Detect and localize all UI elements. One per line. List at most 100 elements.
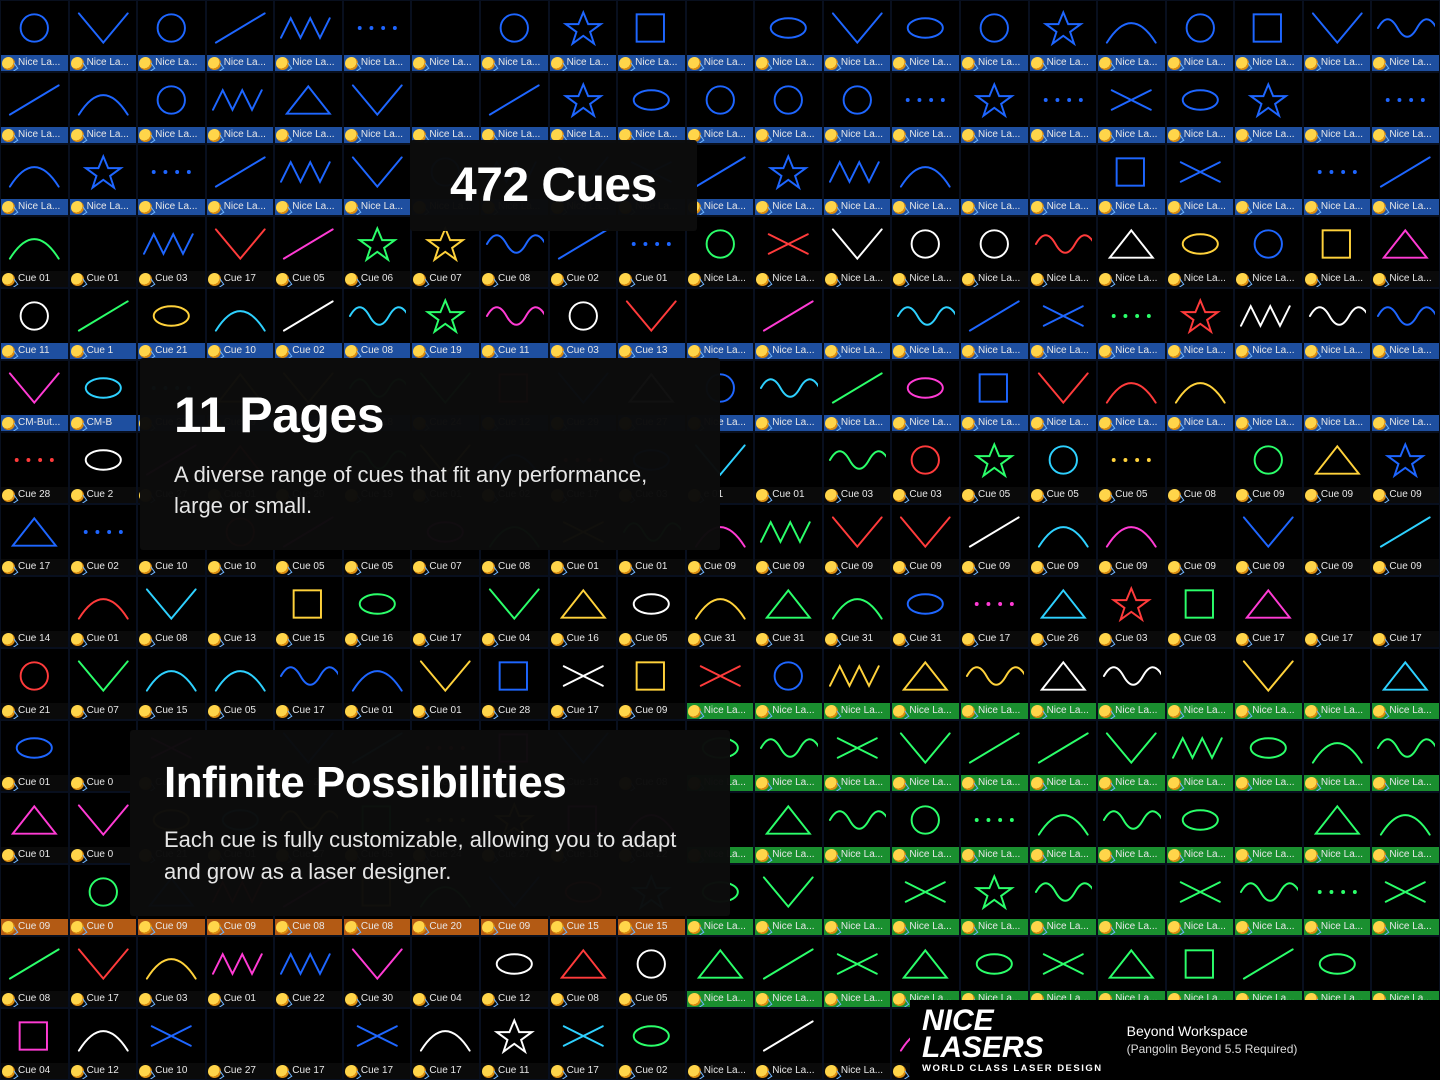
cue-cell[interactable]: Cue 28 (480, 648, 549, 720)
cue-cell[interactable]: Nice La... (754, 216, 823, 288)
cue-cell[interactable]: Nice La... (960, 792, 1029, 864)
cue-cell[interactable]: Nice La... (1303, 792, 1372, 864)
cue-cell[interactable]: Cue 09 (754, 504, 823, 576)
cue-cell[interactable]: Nice La... (1166, 288, 1235, 360)
cue-cell[interactable]: Nice La... (137, 72, 206, 144)
cue-cell[interactable]: Nice La... (960, 648, 1029, 720)
cue-cell[interactable]: Nice La... (1371, 144, 1440, 216)
cue-cell[interactable]: Nice La... (480, 0, 549, 72)
cue-cell[interactable]: Nice La... (1371, 864, 1440, 936)
cue-cell[interactable]: Cue 01 (69, 576, 138, 648)
cue-cell[interactable]: Cue 31 (754, 576, 823, 648)
cue-cell[interactable]: Nice La... (1371, 720, 1440, 792)
cue-cell[interactable]: Nice La... (1097, 72, 1166, 144)
cue-cell[interactable]: Cue 05 (1029, 432, 1098, 504)
cue-cell[interactable]: Nice La... (754, 864, 823, 936)
cue-cell[interactable]: Nice La... (1166, 0, 1235, 72)
cue-cell[interactable]: Cue 09 (1166, 504, 1235, 576)
cue-cell[interactable]: Nice La... (206, 72, 275, 144)
cue-cell[interactable]: Nice La... (1166, 216, 1235, 288)
cue-cell[interactable]: Nice La... (549, 0, 618, 72)
cue-cell[interactable]: Nice La... (823, 72, 892, 144)
cue-cell[interactable]: Nice La... (1371, 648, 1440, 720)
cue-cell[interactable]: Nice La... (1029, 288, 1098, 360)
cue-cell[interactable]: Nice La... (206, 0, 275, 72)
cue-cell[interactable]: Nice La... (891, 288, 960, 360)
cue-cell[interactable]: Nice La... (1371, 0, 1440, 72)
cue-cell[interactable]: Cue 31 (686, 576, 755, 648)
cue-cell[interactable]: Nice La... (343, 72, 412, 144)
cue-cell[interactable]: Cue 11 (0, 288, 69, 360)
cue-cell[interactable]: Nice La... (891, 0, 960, 72)
cue-cell[interactable]: Nice La... (411, 0, 480, 72)
cue-cell[interactable]: Nice La... (686, 0, 755, 72)
cue-cell[interactable]: Nice La... (0, 144, 69, 216)
cue-cell[interactable]: Nice La... (1097, 144, 1166, 216)
cue-cell[interactable]: Cue 01 (343, 648, 412, 720)
cue-cell[interactable]: Nice La... (754, 792, 823, 864)
cue-cell[interactable]: Cue 09 (1371, 504, 1440, 576)
cue-cell[interactable]: Cue 01 (0, 720, 69, 792)
cue-cell[interactable]: Nice La... (1029, 648, 1098, 720)
cue-cell[interactable]: CM-But... (0, 360, 69, 432)
cue-cell[interactable]: Nice La... (206, 144, 275, 216)
cue-cell[interactable]: Nice La... (891, 72, 960, 144)
cue-cell[interactable]: Cue 12 (480, 936, 549, 1008)
cue-cell[interactable]: Cue 03 (137, 216, 206, 288)
cue-cell[interactable]: Nice La... (274, 72, 343, 144)
cue-cell[interactable]: Nice La... (754, 288, 823, 360)
cue-cell[interactable]: Cue 21 (0, 648, 69, 720)
cue-cell[interactable]: Nice La... (617, 0, 686, 72)
cue-cell[interactable]: Nice La... (69, 72, 138, 144)
cue-cell[interactable]: Nice La... (891, 144, 960, 216)
cue-cell[interactable]: Cue 08 (137, 576, 206, 648)
cue-cell[interactable]: Cue 26 (1029, 576, 1098, 648)
cue-cell[interactable]: Nice La... (343, 144, 412, 216)
cue-cell[interactable]: Cue 17 (411, 1008, 480, 1080)
cue-cell[interactable]: Nice La... (1234, 648, 1303, 720)
cue-cell[interactable]: Cue 09 (891, 504, 960, 576)
cue-cell[interactable]: Cue 08 (1166, 432, 1235, 504)
cue-cell[interactable]: Cue 11 (480, 1008, 549, 1080)
cue-cell[interactable]: Cue 03 (1097, 576, 1166, 648)
cue-cell[interactable]: Nice La... (1097, 288, 1166, 360)
cue-cell[interactable]: Nice La... (1371, 72, 1440, 144)
cue-cell[interactable]: Cue 27 (206, 1008, 275, 1080)
cue-cell[interactable]: Cue 05 (617, 576, 686, 648)
cue-cell[interactable]: Nice La... (754, 144, 823, 216)
cue-cell[interactable]: Nice La... (960, 72, 1029, 144)
cue-cell[interactable]: Cue 22 (274, 936, 343, 1008)
cue-cell[interactable]: Cue 15 (274, 576, 343, 648)
cue-cell[interactable]: Nice La... (823, 360, 892, 432)
cue-cell[interactable]: Nice La... (823, 1008, 892, 1080)
cue-cell[interactable]: Nice La... (274, 144, 343, 216)
cue-cell[interactable]: Nice La... (1234, 0, 1303, 72)
cue-cell[interactable]: Nice La... (891, 936, 960, 1008)
cue-cell[interactable]: Cue 05 (960, 432, 1029, 504)
cue-cell[interactable]: Nice La... (960, 720, 1029, 792)
cue-cell[interactable]: Nice La... (960, 216, 1029, 288)
cue-cell[interactable]: Cue 01 (411, 648, 480, 720)
cue-cell[interactable]: Nice La... (1097, 864, 1166, 936)
cue-cell[interactable]: Nice La... (1234, 720, 1303, 792)
cue-cell[interactable]: Cue 17 (549, 648, 618, 720)
cue-cell[interactable]: Cue 19 (411, 288, 480, 360)
cue-cell[interactable]: Cue 08 (343, 288, 412, 360)
cue-cell[interactable]: Nice La... (754, 0, 823, 72)
cue-cell[interactable]: Cue 03 (1166, 576, 1235, 648)
cue-cell[interactable]: Nice La... (1371, 216, 1440, 288)
cue-cell[interactable]: Cue 09 (1303, 504, 1372, 576)
cue-cell[interactable]: Nice La... (891, 360, 960, 432)
cue-cell[interactable]: Nice La... (1166, 720, 1235, 792)
cue-cell[interactable]: Cue 05 (206, 648, 275, 720)
cue-cell[interactable]: Nice La... (1097, 720, 1166, 792)
cue-cell[interactable]: Cue 17 (1371, 576, 1440, 648)
cue-cell[interactable]: Nice La... (69, 0, 138, 72)
cue-cell[interactable]: Cue 03 (549, 288, 618, 360)
cue-cell[interactable]: Nice La... (686, 288, 755, 360)
cue-cell[interactable]: Cue 09 (1029, 504, 1098, 576)
cue-cell[interactable]: Nice La... (960, 144, 1029, 216)
cue-cell[interactable]: Cue 17 (274, 1008, 343, 1080)
cue-cell[interactable]: Nice La... (823, 216, 892, 288)
cue-cell[interactable]: Nice La... (1303, 720, 1372, 792)
